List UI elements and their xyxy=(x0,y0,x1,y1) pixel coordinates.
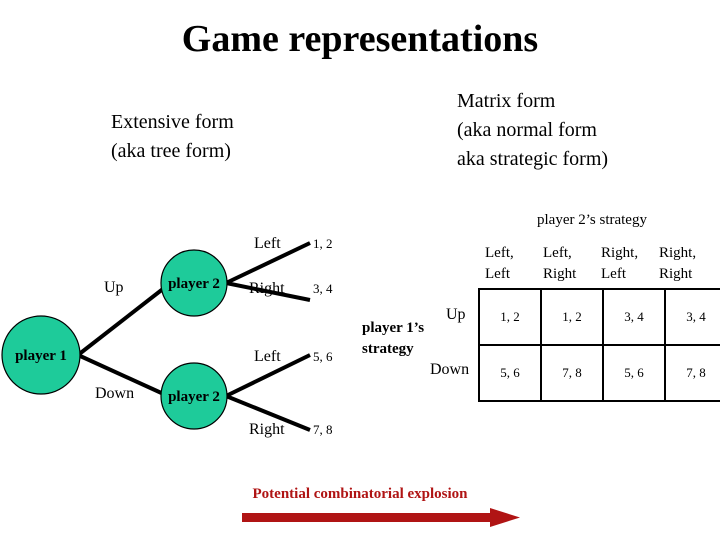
matrix-column-header-1-line1: Left, xyxy=(543,245,572,261)
tree-node-player2-lower-label: player 2 xyxy=(168,389,220,405)
heading-extensive-line2: (aka tree form) xyxy=(111,140,231,162)
heading-extensive-form: Extensive form (aka tree form) xyxy=(111,108,234,166)
matrix-column-header-3-line2: Right xyxy=(659,266,693,282)
heading-matrix-line1: Matrix form xyxy=(457,90,556,112)
matrix-column-header-0-line2: Left xyxy=(485,266,510,282)
matrix-column-header-0-line1: Left, xyxy=(485,245,514,261)
tree-edge-label-lower-left: Left xyxy=(254,348,281,365)
tree-edge-label-down: Down xyxy=(95,385,135,402)
matrix-cell-down-rightleft: 5, 6 xyxy=(602,344,666,402)
matrix-column-header-3: Right, Right xyxy=(652,243,710,288)
matrix-row-axis-title-line1: player 1’s xyxy=(362,320,425,336)
table-row: 5, 6 7, 8 5, 6 7, 8 xyxy=(478,344,720,402)
matrix-cell-up-rightleft: 3, 4 xyxy=(602,288,666,346)
heading-matrix-line3: aka strategic form) xyxy=(457,148,609,170)
tree-payoff-up-right: 3, 4 xyxy=(313,281,333,296)
heading-extensive-line1: Extensive form xyxy=(111,111,234,133)
matrix-column-header-1-line2: Right xyxy=(543,266,577,282)
tree-payoff-down-right: 7, 8 xyxy=(313,422,333,437)
matrix-column-header-1: Left, Right xyxy=(536,243,594,288)
tree-svg: player 1 player 2 player 2 xyxy=(1,241,311,432)
tree-payoff-up-left: 1, 2 xyxy=(313,236,333,251)
page-title: Game representations xyxy=(181,18,539,60)
matrix-cell-up-leftleft: 1, 2 xyxy=(478,288,542,346)
extensive-form-tree: player 1 player 2 player 2 xyxy=(0,200,360,460)
matrix-column-header-2-line2: Left xyxy=(601,266,626,282)
tree-edge-label-up: Up xyxy=(104,279,124,296)
slide-canvas: Game representations Extensive form (aka… xyxy=(0,0,720,540)
matrix-column-axis-title: player 2’s strategy xyxy=(537,212,647,228)
matrix-row-axis-title-line2: strategy xyxy=(362,341,414,357)
matrix-column-header-3-line1: Right, xyxy=(659,245,697,261)
heading-matrix-form: Matrix form (aka normal form aka strateg… xyxy=(457,87,608,174)
payoff-matrix: 1, 2 1, 2 3, 4 3, 4 5, 6 7, 8 5, 6 7, 8 xyxy=(478,288,720,402)
matrix-cell-up-leftright: 1, 2 xyxy=(540,288,604,346)
tree-edge-label-lower-right: Right xyxy=(249,421,285,438)
matrix-cell-up-rightright: 3, 4 xyxy=(664,288,720,346)
red-arrow-icon xyxy=(242,508,520,527)
caption-text: Potential combinatorial explosion xyxy=(252,486,468,502)
matrix-column-header-0: Left, Left xyxy=(478,243,536,288)
tree-edge-label-upper-left: Left xyxy=(254,235,281,252)
matrix-column-headers: Left, Left Left, Right Right, Left Right… xyxy=(478,243,710,288)
matrix-row-header-up: Up xyxy=(446,306,466,323)
matrix-column-header-2: Right, Left xyxy=(594,243,652,288)
matrix-cell-down-leftleft: 5, 6 xyxy=(478,344,542,402)
heading-matrix-line2: (aka normal form xyxy=(457,119,597,141)
matrix-column-header-2-line1: Right, xyxy=(601,245,639,261)
tree-payoff-down-left: 5, 6 xyxy=(313,349,333,364)
matrix-row-header-down: Down xyxy=(430,361,470,378)
matrix-row-axis-title: player 1’s strategy xyxy=(362,318,454,360)
tree-node-player1-label: player 1 xyxy=(15,348,67,364)
table-row: 1, 2 1, 2 3, 4 3, 4 xyxy=(478,288,720,346)
tree-edge-label-upper-right: Right xyxy=(249,280,285,297)
tree-node-player2-upper-label: player 2 xyxy=(168,276,220,292)
matrix-cell-down-rightright: 7, 8 xyxy=(664,344,720,402)
matrix-cell-down-leftright: 7, 8 xyxy=(540,344,604,402)
